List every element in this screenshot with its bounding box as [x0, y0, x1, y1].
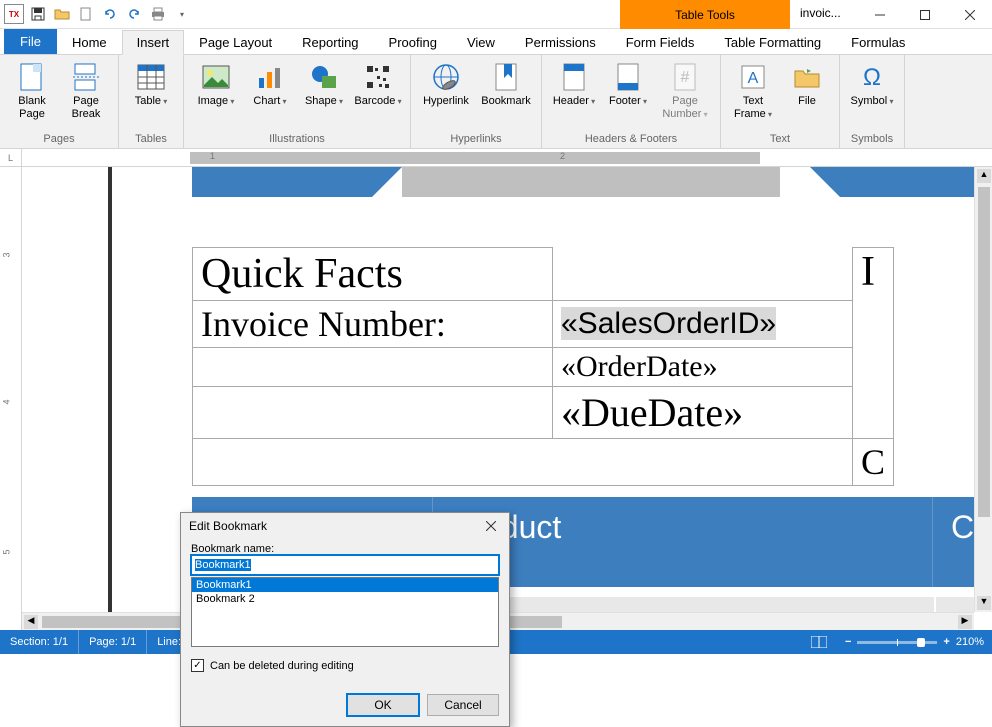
redo-icon[interactable] — [122, 2, 146, 26]
field-due-date[interactable]: «DueDate» — [553, 387, 853, 439]
edit-bookmark-dialog: Edit Bookmark Bookmark name: Bookmark1 B… — [180, 512, 510, 727]
svg-text:Ω: Ω — [863, 64, 881, 91]
bookmark-list[interactable]: Bookmark1 Bookmark 2 — [191, 577, 499, 647]
vertical-ruler[interactable]: 3 4 5 — [0, 167, 22, 630]
page-number-button: # PageNumber — [656, 57, 714, 129]
status-page: Page: 1/1 — [79, 630, 147, 654]
zoom-in-button[interactable]: + — [943, 636, 949, 648]
context-tab-table-tools: Table Tools — [620, 0, 790, 29]
tab-proofing[interactable]: Proofing — [374, 29, 452, 54]
header-button[interactable]: Header — [548, 57, 600, 129]
group-label-tables: Tables — [125, 131, 177, 148]
list-item[interactable]: Bookmark1 — [192, 578, 498, 592]
symbol-button[interactable]: Ω Symbol — [846, 57, 898, 129]
chart-button[interactable]: Chart — [244, 57, 296, 129]
ribbon: BlankPage PageBreak Pages Table Tables I… — [0, 55, 992, 149]
shape-button[interactable]: Shape — [298, 57, 350, 129]
dialog-close-button[interactable] — [481, 516, 501, 536]
invoice-number-label: Invoice Number: — [193, 301, 553, 348]
group-label-headers-footers: Headers & Footers — [548, 131, 714, 148]
footer-button[interactable]: Footer — [602, 57, 654, 129]
svg-text:#: # — [681, 69, 690, 86]
group-label-pages: Pages — [6, 131, 112, 148]
group-label-hyperlinks: Hyperlinks — [417, 131, 535, 148]
tab-page-layout[interactable]: Page Layout — [184, 29, 287, 54]
image-icon — [200, 61, 232, 93]
dialog-title: Edit Bookmark — [189, 519, 267, 533]
undo-icon[interactable] — [98, 2, 122, 26]
checkbox-icon: ✓ — [191, 659, 204, 672]
app-icon: TX — [2, 2, 26, 26]
tab-reporting[interactable]: Reporting — [287, 29, 373, 54]
qat-dropdown-icon[interactable]: ▾ — [170, 2, 194, 26]
layout-mode-icon[interactable] — [801, 630, 837, 654]
new-icon[interactable] — [74, 2, 98, 26]
page-break-button[interactable]: PageBreak — [60, 57, 112, 129]
zoom-value[interactable]: 210% — [956, 636, 984, 648]
shape-icon — [308, 61, 340, 93]
image-button[interactable]: Image — [190, 57, 242, 129]
tab-permissions[interactable]: Permissions — [510, 29, 611, 54]
table-button[interactable]: Table — [125, 57, 177, 129]
barcode-button[interactable]: Barcode — [352, 57, 404, 129]
status-section: Section: 1/1 — [0, 630, 79, 654]
page-break-icon — [70, 61, 102, 93]
blank-page-icon — [16, 61, 48, 93]
tab-view[interactable]: View — [452, 29, 510, 54]
workspace: 3 4 5 Quick Facts I Invoice Number: «Sal… — [0, 167, 992, 630]
col-c: C — [932, 497, 974, 587]
cancel-button[interactable]: Cancel — [427, 694, 499, 716]
vertical-scrollbar[interactable]: ▲ ▼ — [974, 167, 992, 612]
can-delete-checkbox[interactable]: ✓ Can be deleted during editing — [191, 659, 499, 672]
symbol-icon: Ω — [856, 61, 888, 93]
zoom-slider[interactable] — [857, 641, 937, 644]
titlebar: TX ▾ Table Tools invoic... — [0, 0, 992, 29]
open-icon[interactable] — [50, 2, 74, 26]
text-frame-icon: A — [737, 61, 769, 93]
text-frame-button[interactable]: A TextFrame — [727, 57, 779, 129]
tab-home[interactable]: Home — [57, 29, 122, 54]
group-label-text: Text — [727, 131, 833, 148]
bookmark-button[interactable]: Bookmark — [477, 57, 535, 129]
maximize-button[interactable] — [902, 0, 947, 29]
print-icon[interactable] — [146, 2, 170, 26]
tab-table-formatting[interactable]: Table Formatting — [709, 29, 836, 54]
group-label-illustrations: Illustrations — [190, 131, 404, 148]
field-order-date[interactable]: «OrderDate» — [553, 348, 853, 387]
bookmark-name-input[interactable] — [191, 555, 499, 575]
document-title: invoic... — [800, 6, 841, 20]
field-sales-order-id[interactable]: «SalesOrderID» — [561, 307, 776, 340]
chart-icon — [254, 61, 286, 93]
table-icon — [135, 61, 167, 93]
save-icon[interactable] — [26, 2, 50, 26]
ribbon-tabs: File Home Insert Page Layout Reporting P… — [0, 29, 992, 55]
minimize-button[interactable] — [857, 0, 902, 29]
horizontal-ruler[interactable]: L 1 2 — [0, 149, 992, 167]
list-item[interactable]: Bookmark 2 — [192, 592, 498, 606]
page-number-icon: # — [669, 61, 701, 93]
tab-form-fields[interactable]: Form Fields — [611, 29, 710, 54]
hyperlink-button[interactable]: Hyperlink — [417, 57, 475, 129]
ok-button[interactable]: OK — [347, 694, 419, 716]
file-button[interactable]: File — [781, 57, 833, 129]
header-icon — [558, 61, 590, 93]
blank-page-button[interactable]: BlankPage — [6, 57, 58, 129]
bookmark-icon — [490, 61, 522, 93]
file-icon — [791, 61, 823, 93]
svg-text:A: A — [748, 70, 759, 87]
zoom-out-button[interactable]: − — [845, 636, 851, 648]
heading-quick-facts: Quick Facts — [193, 248, 553, 301]
file-tab[interactable]: File — [4, 29, 57, 54]
tab-insert[interactable]: Insert — [122, 30, 185, 55]
tab-formulas[interactable]: Formulas — [836, 29, 920, 54]
close-button[interactable] — [947, 0, 992, 29]
bookmark-name-label: Bookmark name: — [191, 543, 499, 555]
facts-table[interactable]: Quick Facts I Invoice Number: «SalesOrde… — [192, 247, 894, 486]
group-label-symbols: Symbols — [846, 131, 898, 148]
barcode-icon — [362, 61, 394, 93]
footer-icon — [612, 61, 644, 93]
ruler-corner[interactable]: L — [0, 149, 22, 167]
hyperlink-icon — [430, 61, 462, 93]
